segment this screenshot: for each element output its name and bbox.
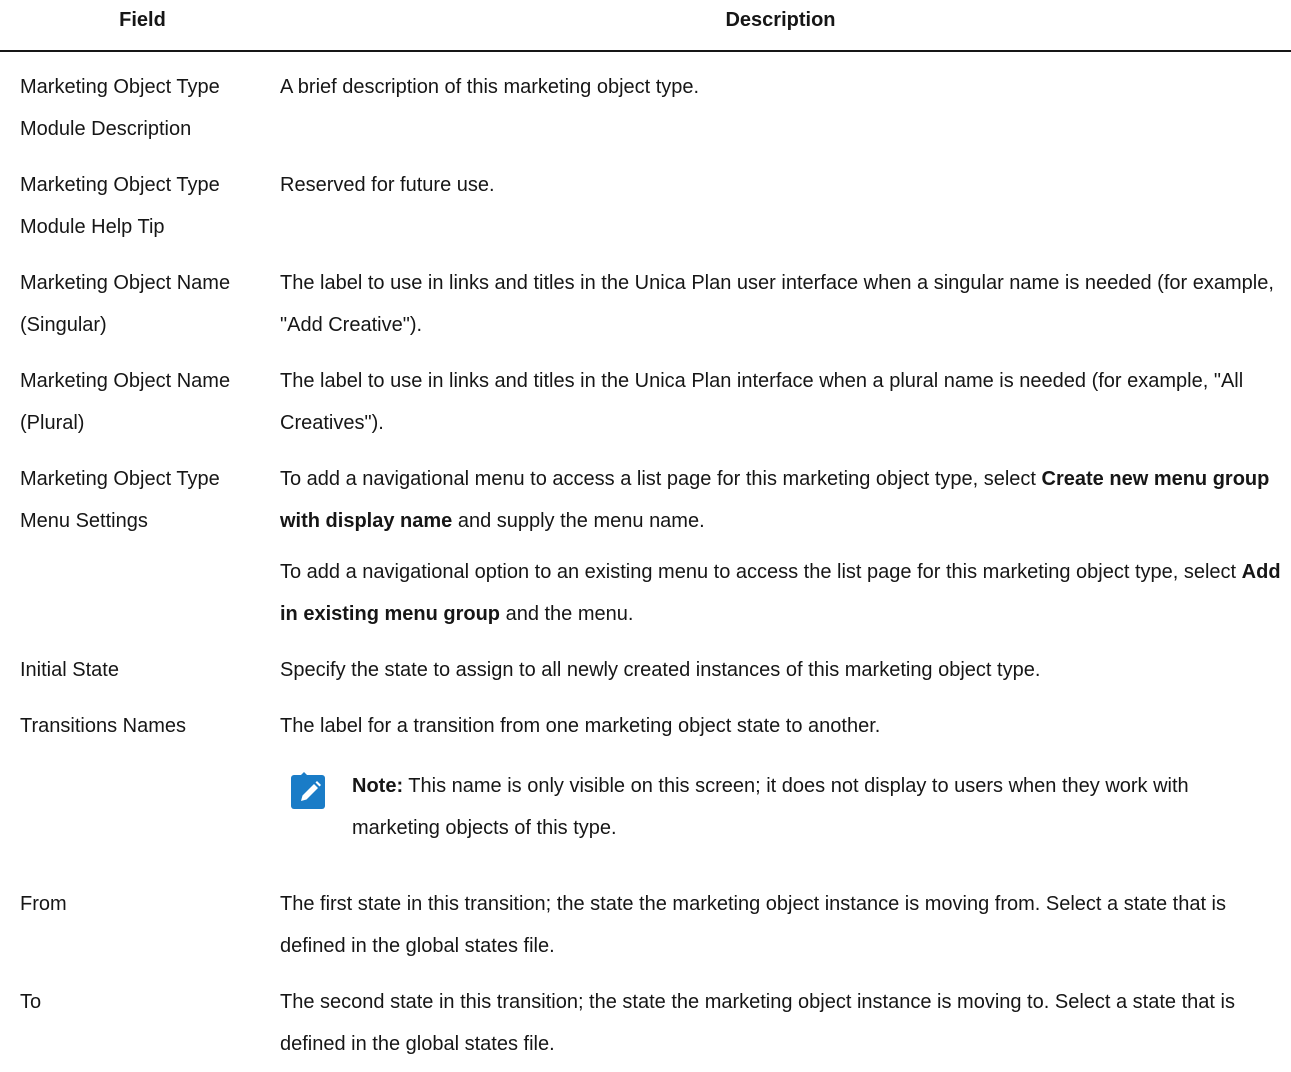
field-cell: Marketing Object Type Menu Settings xyxy=(20,468,220,532)
table-row: Marketing Object Name (Plural) The label… xyxy=(0,353,1291,451)
field-description-table: Field Description Marketing Object Type … xyxy=(0,0,1291,1072)
field-cell: From xyxy=(20,893,67,915)
table-row: Marketing Object Type Module Help Tip Re… xyxy=(0,157,1291,255)
note-text: Note: This name is only visible on this … xyxy=(352,765,1281,849)
table-row: Initial State Specify the state to assig… xyxy=(0,642,1291,698)
field-cell: Initial State xyxy=(20,659,119,681)
description-text: Specify the state to assign to all newly… xyxy=(280,659,1041,681)
description-paragraph: To add a navigational menu to access a l… xyxy=(280,458,1281,542)
table-row: Marketing Object Type Module Description… xyxy=(0,52,1291,157)
header-field: Field xyxy=(119,9,166,31)
description-cell: The label to use in links and titles in … xyxy=(280,262,1291,346)
description-text: To add a navigational option to an exist… xyxy=(280,561,1242,583)
table-row: To The second state in this transition; … xyxy=(0,974,1291,1072)
field-cell: Marketing Object Type Module Help Tip xyxy=(20,174,220,238)
description-cell: The first state in this transition; the … xyxy=(280,883,1291,967)
description-paragraph: To add a navigational option to an exist… xyxy=(280,551,1281,635)
header-description: Description xyxy=(725,9,836,31)
pencil-note-icon xyxy=(291,772,325,809)
description-text: and supply the menu name. xyxy=(452,510,705,532)
field-cell: Marketing Object Name (Singular) xyxy=(20,272,231,336)
table-row: Marketing Object Name (Singular) The lab… xyxy=(0,255,1291,353)
note-body: This name is only visible on this screen… xyxy=(352,775,1189,839)
field-cell: Transitions Names xyxy=(20,715,186,737)
description-text: The label to use in links and titles in … xyxy=(280,370,1244,434)
field-cell: To xyxy=(20,991,42,1013)
note-label: Note: xyxy=(352,775,404,797)
description-text: Reserved for future use. xyxy=(280,174,495,196)
description-text: The label for a transition from one mark… xyxy=(280,715,881,737)
description-text: and the menu. xyxy=(500,603,634,625)
description-cell: The label for a transition from one mark… xyxy=(280,705,1291,869)
description-cell: Reserved for future use. xyxy=(280,164,1291,206)
field-cell: Marketing Object Name (Plural) xyxy=(20,370,231,434)
description-text: To add a navigational menu to access a l… xyxy=(280,468,1042,490)
description-text: The first state in this transition; the … xyxy=(280,893,1226,957)
description-cell: The second state in this transition; the… xyxy=(280,981,1291,1065)
note-callout: Note: This name is only visible on this … xyxy=(280,765,1281,849)
table-row: Marketing Object Type Menu Settings To a… xyxy=(0,451,1291,642)
description-text: The label to use in links and titles in … xyxy=(280,272,1274,336)
description-cell: Specify the state to assign to all newly… xyxy=(280,649,1291,691)
description-cell: The label to use in links and titles in … xyxy=(280,360,1291,444)
table-row: From The first state in this transition;… xyxy=(0,876,1291,974)
table-row: Transitions Names The label for a transi… xyxy=(0,698,1291,876)
description-cell: To add a navigational menu to access a l… xyxy=(280,458,1291,635)
description-text: A brief description of this marketing ob… xyxy=(280,76,700,98)
description-cell: A brief description of this marketing ob… xyxy=(280,66,1291,108)
table-header: Field Description xyxy=(0,0,1291,52)
description-text: The second state in this transition; the… xyxy=(280,991,1235,1055)
field-cell: Marketing Object Type Module Description xyxy=(20,76,220,140)
